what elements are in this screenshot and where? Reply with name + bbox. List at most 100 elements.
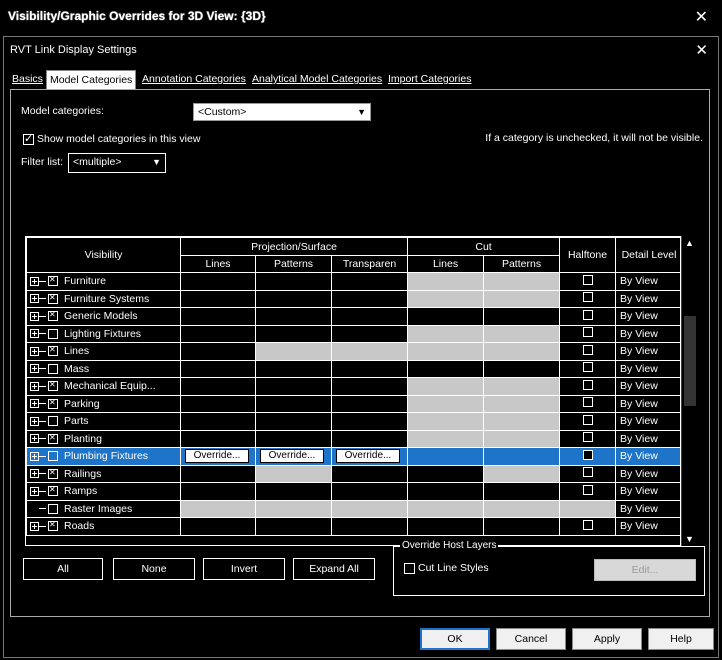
cut-line-styles-checkbox[interactable] — [404, 563, 415, 574]
halftone-checkbox[interactable] — [582, 309, 593, 320]
cut-patterns-cell[interactable] — [483, 324, 561, 343]
cut-lines-cell[interactable] — [407, 394, 485, 413]
cut-patterns-cell[interactable] — [483, 447, 561, 466]
cut-patterns-cell[interactable] — [483, 517, 561, 536]
cut-patterns-cell[interactable] — [483, 272, 561, 291]
expand-icon[interactable] — [30, 451, 39, 461]
table-row[interactable]: Mechanical Equip... By View — [26, 377, 680, 396]
cut-lines-cell[interactable] — [407, 412, 485, 431]
halftone-checkbox[interactable] — [582, 327, 593, 338]
transparency-cell[interactable] — [330, 482, 409, 501]
lines-cell[interactable] — [180, 482, 256, 501]
patterns-cell[interactable] — [255, 464, 332, 483]
expand-icon[interactable] — [30, 486, 39, 496]
filter-list-select[interactable]: <multiple> ▼ — [68, 153, 166, 173]
lines-cell[interactable] — [180, 324, 256, 343]
table-row[interactable]: Lines By View — [26, 342, 680, 361]
cut-lines-cell[interactable] — [407, 447, 485, 466]
cut-patterns-cell[interactable] — [483, 342, 561, 361]
cut-patterns-cell[interactable] — [483, 359, 561, 378]
detail-level-cell[interactable]: By View — [615, 289, 680, 308]
halftone-checkbox[interactable] — [582, 362, 593, 373]
lines-cell[interactable] — [180, 394, 256, 413]
expand-icon[interactable] — [30, 399, 39, 409]
visibility-checkbox[interactable] — [48, 520, 58, 532]
override-button[interactable]: Override... — [336, 449, 400, 464]
transparency-cell[interactable] — [330, 412, 409, 431]
scroll-thumb[interactable] — [684, 316, 696, 406]
cut-lines-cell[interactable] — [407, 482, 485, 501]
halftone-checkbox[interactable] — [582, 344, 593, 355]
cut-lines-cell[interactable] — [407, 324, 485, 343]
visibility-checkbox[interactable] — [48, 328, 58, 339]
tab-import-categories[interactable]: Import Categories — [388, 71, 471, 87]
detail-level-cell[interactable]: By View — [615, 412, 680, 431]
halftone-checkbox[interactable] — [582, 449, 593, 460]
lines-cell[interactable] — [180, 377, 256, 396]
table-row[interactable]: Parts By View — [26, 412, 680, 431]
override-button[interactable]: Override... — [260, 449, 324, 464]
patterns-cell[interactable] — [255, 377, 332, 396]
model-categories-select[interactable]: <Custom> ▼ — [193, 103, 371, 121]
table-row[interactable]: Lighting Fixtures By View — [26, 324, 680, 343]
table-row[interactable]: Ramps By View — [26, 482, 680, 501]
detail-level-cell[interactable]: By View — [615, 482, 680, 501]
halftone-checkbox[interactable] — [582, 274, 593, 285]
detail-level-cell[interactable]: By View — [615, 464, 680, 483]
patterns-cell[interactable] — [255, 517, 332, 536]
lines-cell[interactable]: Override... — [180, 447, 256, 466]
tab-model-categories[interactable]: Model Categories — [46, 70, 137, 89]
transparency-cell[interactable] — [330, 464, 409, 483]
detail-level-cell[interactable]: By View — [615, 324, 680, 343]
cut-lines-cell[interactable] — [407, 307, 485, 326]
lines-cell[interactable] — [180, 342, 256, 361]
expand-icon[interactable] — [30, 329, 39, 339]
halftone-checkbox[interactable] — [582, 292, 593, 303]
patterns-cell[interactable] — [255, 307, 332, 326]
table-row[interactable]: Furniture Systems By View — [26, 289, 680, 308]
outer-close-icon[interactable]: ✕ — [695, 7, 708, 27]
cut-lines-cell[interactable] — [407, 377, 485, 396]
detail-level-cell[interactable]: By View — [615, 307, 680, 326]
patterns-cell[interactable] — [255, 342, 332, 361]
transparency-cell[interactable] — [330, 429, 409, 448]
detail-level-cell[interactable]: By View — [615, 394, 680, 413]
lines-cell[interactable] — [180, 412, 256, 431]
table-scrollbar[interactable]: ▲ ▼ — [681, 236, 698, 546]
scroll-up-icon[interactable]: ▲ — [685, 238, 694, 248]
expand-icon[interactable] — [30, 521, 39, 531]
detail-level-cell[interactable]: By View — [615, 377, 680, 396]
expand-icon[interactable] — [30, 434, 39, 444]
apply-button[interactable]: Apply — [572, 628, 642, 650]
visibility-checkbox[interactable] — [48, 433, 58, 444]
visibility-checkbox[interactable] — [48, 275, 58, 287]
all-button[interactable]: All — [23, 558, 103, 580]
cut-patterns-cell[interactable] — [483, 377, 561, 396]
cut-lines-cell[interactable] — [407, 342, 485, 361]
halftone-checkbox[interactable] — [582, 397, 593, 408]
invert-button[interactable]: Invert — [203, 558, 285, 580]
visibility-checkbox[interactable] — [48, 398, 58, 409]
visibility-checkbox[interactable] — [48, 503, 58, 514]
cut-lines-cell[interactable] — [407, 359, 485, 378]
visibility-checkbox[interactable] — [48, 416, 58, 427]
lines-cell[interactable] — [180, 429, 256, 448]
lines-cell[interactable] — [180, 499, 256, 518]
patterns-cell[interactable] — [255, 324, 332, 343]
table-row[interactable]: Furniture By View — [26, 272, 680, 291]
edit-button[interactable]: Edit... — [594, 559, 696, 581]
lines-cell[interactable] — [180, 517, 256, 536]
halftone-checkbox[interactable] — [582, 432, 593, 443]
patterns-cell[interactable] — [255, 429, 332, 448]
transparency-cell[interactable] — [330, 377, 409, 396]
visibility-checkbox[interactable] — [48, 380, 58, 392]
expand-icon[interactable] — [30, 276, 39, 286]
cut-patterns-cell[interactable] — [483, 464, 561, 483]
lines-cell[interactable] — [180, 272, 256, 291]
patterns-cell[interactable] — [255, 394, 332, 413]
transparency-cell[interactable] — [330, 359, 409, 378]
halftone-checkbox[interactable] — [582, 484, 593, 495]
tab-basics[interactable]: Basics — [12, 71, 43, 87]
halftone-checkbox[interactable] — [582, 379, 593, 390]
cut-patterns-cell[interactable] — [483, 307, 561, 326]
